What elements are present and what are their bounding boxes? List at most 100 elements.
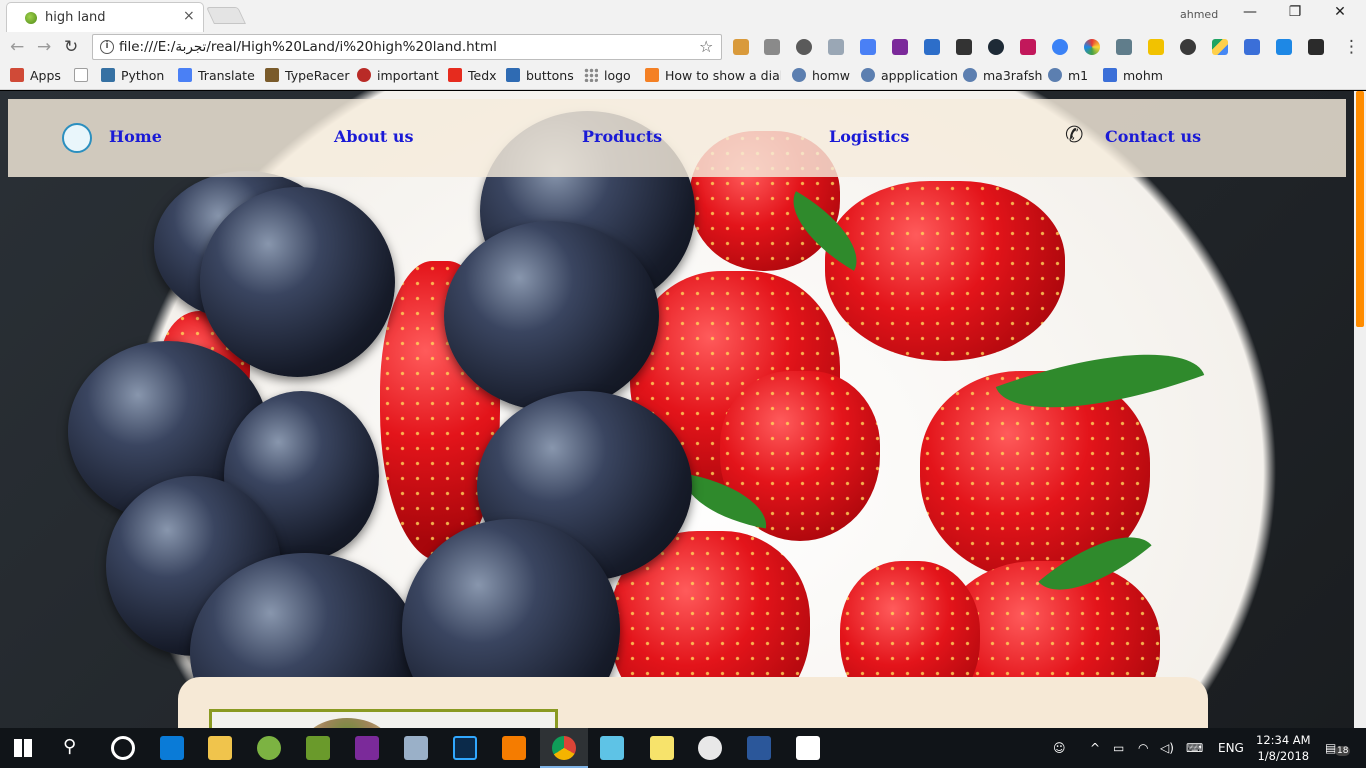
window-extension-icon[interactable] xyxy=(1244,39,1260,55)
bulb-extension-icon[interactable] xyxy=(796,39,812,55)
eyedropper-extension-icon[interactable] xyxy=(1116,39,1132,55)
page-viewport: Home About us Products Logistics ✆ Conta… xyxy=(0,91,1354,728)
bookmark-label: Python xyxy=(121,68,165,83)
wifi-icon[interactable]: ◠ xyxy=(1138,741,1148,755)
new-tab-button[interactable] xyxy=(206,7,246,24)
bookmark-item[interactable]: ma3rafsh xyxy=(963,68,1042,83)
windows-start-icon[interactable] xyxy=(14,739,32,757)
phone-icon: ✆ xyxy=(1065,123,1084,148)
chrome-icon[interactable] xyxy=(552,736,576,760)
minimize-button[interactable]: — xyxy=(1230,4,1270,26)
s-extension-icon[interactable] xyxy=(1276,39,1292,55)
restore-button[interactable]: ❐ xyxy=(1275,4,1315,26)
android-studio-icon[interactable] xyxy=(257,736,281,760)
browser-toolbar: ← → ↻ i file:///E:/تجربة/real/High%20Lan… xyxy=(0,32,1366,62)
search-icon[interactable]: ⚲ xyxy=(63,736,76,757)
onenote-extension-icon[interactable] xyxy=(892,39,908,55)
chevron-up-icon[interactable]: ^ xyxy=(1090,741,1100,755)
bookmark-item[interactable]: Tedx xyxy=(448,68,497,83)
translate-extension-icon[interactable] xyxy=(860,39,876,55)
sticky-notes-icon[interactable] xyxy=(650,736,674,760)
bookmarks-bar: Apps Python Translate TypeRacer importan… xyxy=(0,62,1366,90)
bookmark-item[interactable]: TypeRacer xyxy=(265,68,349,83)
url-text[interactable]: file:///E:/تجربة/real/High%20Land/i%20hi… xyxy=(119,39,497,55)
dropbox-extension-icon[interactable] xyxy=(828,39,844,55)
bookmark-star-icon[interactable]: ☆ xyxy=(699,37,713,56)
bookmark-item[interactable]: Apps xyxy=(10,68,61,83)
file-explorer-icon[interactable] xyxy=(208,736,232,760)
shield-extension-icon[interactable] xyxy=(1308,39,1324,55)
forward-button[interactable]: → xyxy=(37,37,51,57)
word-icon[interactable] xyxy=(747,736,771,760)
reload-button[interactable]: ↻ xyxy=(64,37,78,57)
nav-logistics[interactable]: Logistics xyxy=(829,127,909,146)
strawberry-image xyxy=(825,181,1065,361)
scrollbar-thumb[interactable] xyxy=(1356,91,1364,327)
bookmark-item[interactable]: Python xyxy=(101,68,164,83)
nav-contact-us[interactable]: Contact us xyxy=(1105,127,1201,146)
typeracer-icon xyxy=(265,68,279,82)
address-bar[interactable]: i file:///E:/تجربة/real/High%20Land/i%20… xyxy=(92,34,722,60)
keyboard-icon[interactable]: ⌨ xyxy=(1186,741,1203,755)
m-extension-icon[interactable] xyxy=(1148,39,1164,55)
back-button[interactable]: ← xyxy=(10,37,24,57)
drive-extension-icon[interactable] xyxy=(1212,39,1228,55)
bookmark-item[interactable]: logo xyxy=(584,68,631,83)
clock-time: 12:34 AM xyxy=(1256,733,1311,747)
bookmark-item[interactable]: appplication xyxy=(861,68,958,83)
notepad-icon[interactable] xyxy=(600,736,624,760)
menu-icon[interactable]: ⋮ xyxy=(1343,37,1360,57)
grape-image xyxy=(200,187,395,377)
nav-products[interactable]: Products xyxy=(582,127,662,146)
bookmark-item[interactable]: important xyxy=(357,68,439,83)
language-indicator[interactable]: ENG xyxy=(1218,741,1244,755)
task-view-icon[interactable] xyxy=(111,736,135,760)
bookmark-label: Tedx xyxy=(468,68,497,83)
store-icon[interactable] xyxy=(160,736,184,760)
bowl-image xyxy=(302,718,392,728)
bookmark-item[interactable]: mohm xyxy=(1103,68,1163,83)
doc-icon xyxy=(1103,68,1117,82)
bookmark-item[interactable]: m1 xyxy=(1048,68,1088,83)
bookmark-label: TypeRacer xyxy=(285,68,350,83)
nav-about-us[interactable]: About us xyxy=(334,127,414,146)
close-window-button[interactable]: ✕ xyxy=(1320,4,1360,26)
bookmark-label: Translate xyxy=(198,68,255,83)
clock[interactable]: 12:34 AM 1/8/2018 xyxy=(1256,732,1311,764)
color-extension-icon[interactable] xyxy=(1084,39,1100,55)
tab-close-icon[interactable]: × xyxy=(183,8,195,24)
speed-extension-icon[interactable] xyxy=(988,39,1004,55)
evernote-extension-icon[interactable] xyxy=(1180,39,1196,55)
chart-app-icon[interactable] xyxy=(306,736,330,760)
download-extension-icon[interactable] xyxy=(1052,39,1068,55)
camera-extension-icon[interactable] xyxy=(764,39,780,55)
bookmark-label: m1 xyxy=(1068,68,1089,83)
people-icon[interactable]: ☺ xyxy=(1053,741,1066,755)
browser-tab[interactable]: high land × xyxy=(6,2,204,32)
mail-icon[interactable] xyxy=(796,736,820,760)
nav-home[interactable]: Home xyxy=(109,127,162,146)
onenote-icon[interactable] xyxy=(355,736,379,760)
new-extension-icon[interactable] xyxy=(924,39,940,55)
extension-icon[interactable] xyxy=(733,39,749,55)
photoshop-icon[interactable] xyxy=(453,736,477,760)
xampp-icon[interactable] xyxy=(502,736,526,760)
film-extension-icon[interactable] xyxy=(956,39,972,55)
bookmark-item[interactable]: homw xyxy=(792,68,850,83)
bookmark-label: logo xyxy=(604,68,631,83)
bookmark-item[interactable]: How to show a dialog xyxy=(645,68,781,83)
paint-icon[interactable] xyxy=(698,736,722,760)
bookmark-item[interactable]: Translate xyxy=(178,68,255,83)
computer-icon[interactable] xyxy=(404,736,428,760)
page-scrollbar[interactable] xyxy=(1354,91,1366,728)
info-icon[interactable]: i xyxy=(100,40,114,54)
battery-icon[interactable]: ▭ xyxy=(1113,741,1124,755)
tab-title: high land xyxy=(45,10,106,25)
bookmark-item[interactable] xyxy=(74,68,94,83)
profile-name[interactable]: ahmed xyxy=(1180,8,1218,21)
notification-count-badge: 18 xyxy=(1335,746,1351,756)
bookmark-item[interactable]: buttons xyxy=(506,68,574,83)
volume-icon[interactable]: ◁) xyxy=(1160,741,1174,755)
photo-extension-icon[interactable] xyxy=(1020,39,1036,55)
home-icon[interactable] xyxy=(62,123,92,153)
